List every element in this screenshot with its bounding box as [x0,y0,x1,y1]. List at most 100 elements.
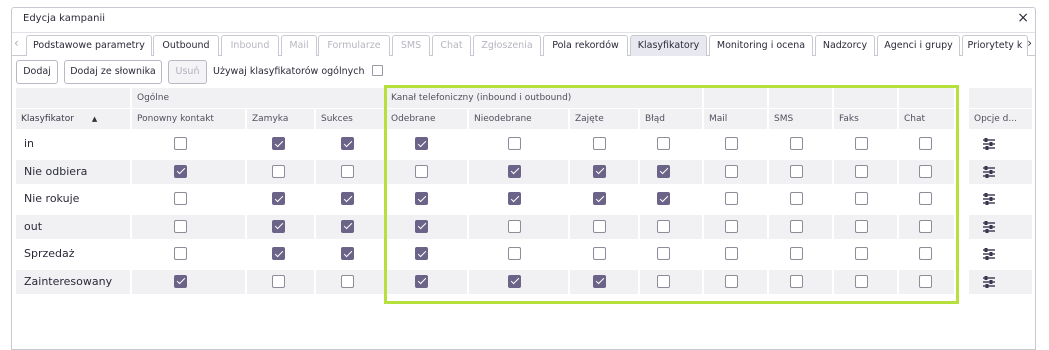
column-header-chat[interactable]: Chat [899,109,954,129]
row-checkbox-sukces[interactable] [341,247,354,260]
sliders-icon[interactable] [982,247,996,261]
column-header-nieodebrane[interactable]: Nieodebrane [469,109,568,129]
row-checkbox-b-d[interactable] [657,247,670,260]
row-checkbox-zamyka[interactable] [272,164,285,178]
row-checkbox-zaj-te[interactable] [593,192,606,205]
row-checkbox-chat[interactable] [919,247,932,260]
row-checkbox-odebrane[interactable] [415,137,428,150]
row-checkbox-zamyka[interactable] [272,137,285,150]
row-checkbox-mail[interactable] [725,192,738,205]
use-general-classifiers-checkbox[interactable] [372,65,383,76]
row-checkbox-nieodebrane[interactable] [508,164,521,178]
column-header-opcje[interactable]: Opcje d... [969,109,1032,129]
row-checkbox-faks[interactable] [855,219,868,233]
row-checkbox-zaj-te[interactable] [593,274,606,288]
tab-zgloszenia[interactable]: Zgłoszenia [473,35,541,56]
row-checkbox-mail[interactable] [725,274,738,288]
row-checkbox-ponowny-kontakt[interactable] [174,247,187,260]
row-checkbox-odebrane[interactable] [415,274,428,288]
sliders-icon[interactable] [982,220,996,234]
row-checkbox-sukces[interactable] [341,192,354,205]
column-header-blad[interactable]: Błąd [640,109,702,129]
column-header-ponowny-kontakt[interactable]: Ponowny kontakt [132,109,245,129]
row-checkbox-odebrane[interactable] [415,219,428,233]
tab-klasyfikatory[interactable]: Klasyfikatory [630,35,707,56]
tab-inbound[interactable]: Inbound [221,35,279,56]
row-checkbox-mail[interactable] [725,137,738,150]
row-checkbox-chat[interactable] [919,164,932,178]
row-checkbox-zaj-te[interactable] [593,137,606,150]
row-checkbox-sukces[interactable] [341,274,354,288]
column-header-zamyka[interactable]: Zamyka [247,109,314,129]
row-checkbox-ponowny-kontakt[interactable] [174,192,187,205]
row-checkbox-b-d[interactable] [657,137,670,150]
row-checkbox-b-d[interactable] [657,164,670,178]
row-checkbox-sms[interactable] [790,247,803,260]
tab-priorytety[interactable]: Priorytety k [962,35,1028,56]
row-checkbox-faks[interactable] [855,247,868,260]
row-checkbox-sms[interactable] [790,219,803,233]
row-checkbox-mail[interactable] [725,219,738,233]
row-checkbox-b-d[interactable] [657,192,670,205]
add-button[interactable]: Dodaj [16,60,58,84]
sliders-icon[interactable] [982,165,996,179]
sliders-icon[interactable] [982,137,996,151]
tab-nadzorcy[interactable]: Nadzorcy [815,35,875,56]
row-checkbox-mail[interactable] [725,247,738,260]
row-checkbox-sukces[interactable] [341,137,354,150]
row-checkbox-nieodebrane[interactable] [508,219,521,233]
tab-mail[interactable]: Mail [281,35,317,56]
sliders-icon[interactable] [982,275,996,289]
sliders-icon[interactable] [982,192,996,206]
row-checkbox-sukces[interactable] [341,164,354,178]
row-checkbox-odebrane[interactable] [415,192,428,205]
row-checkbox-nieodebrane[interactable] [508,274,521,288]
row-checkbox-faks[interactable] [855,164,868,178]
row-checkbox-zaj-te[interactable] [593,164,606,178]
tab-podstawowe-parametry[interactable]: Podstawowe parametry [26,35,152,56]
tab-chat[interactable]: Chat [432,35,471,56]
add-from-dictionary-button[interactable]: Dodaj ze słownika [64,60,162,84]
row-checkbox-sukces[interactable] [341,219,354,233]
chevron-right-icon[interactable]: › [1027,36,1032,50]
chevron-left-icon[interactable]: ‹ [14,36,19,50]
tab-sms[interactable]: SMS [392,35,430,56]
row-checkbox-zaj-te[interactable] [593,219,606,233]
row-checkbox-chat[interactable] [919,137,932,150]
row-checkbox-ponowny-kontakt[interactable] [174,137,187,150]
tab-pola-rekordow[interactable]: Pola rekordów [543,35,628,56]
row-checkbox-b-d[interactable] [657,219,670,233]
row-checkbox-zamyka[interactable] [272,247,285,260]
row-checkbox-nieodebrane[interactable] [508,137,521,150]
row-checkbox-chat[interactable] [919,219,932,233]
tab-agenci-i-grupy[interactable]: Agenci i grupy [877,35,960,56]
row-checkbox-chat[interactable] [919,274,932,288]
delete-button[interactable]: Usuń [168,60,207,84]
column-header-zajete[interactable]: Zajęte [570,109,638,129]
row-checkbox-mail[interactable] [725,164,738,178]
row-checkbox-ponowny-kontakt[interactable] [174,274,187,288]
tab-monitoring-i-ocena[interactable]: Monitoring i ocena [709,35,813,56]
row-checkbox-zamyka[interactable] [272,219,285,233]
row-checkbox-zaj-te[interactable] [593,247,606,260]
row-checkbox-odebrane[interactable] [415,247,428,260]
row-checkbox-ponowny-kontakt[interactable] [174,219,187,233]
close-icon[interactable]: × [1017,11,1029,25]
tab-outbound[interactable]: Outbound [153,35,219,56]
column-header-sms[interactable]: SMS [769,109,832,129]
tab-formularze[interactable]: Formularze [318,35,390,56]
column-header-mail[interactable]: Mail [704,109,767,129]
row-checkbox-nieodebrane[interactable] [508,192,521,205]
row-checkbox-sms[interactable] [790,274,803,288]
row-checkbox-faks[interactable] [855,192,868,205]
column-header-klasyfikator[interactable]: Klasyfikator ▲ [16,109,130,129]
row-checkbox-odebrane[interactable] [415,164,428,178]
column-header-sukces[interactable]: Sukces [316,109,384,129]
row-checkbox-sms[interactable] [790,192,803,205]
row-checkbox-b-d[interactable] [657,274,670,288]
row-checkbox-zamyka[interactable] [272,192,285,205]
row-checkbox-nieodebrane[interactable] [508,247,521,260]
row-checkbox-sms[interactable] [790,137,803,150]
column-header-faks[interactable]: Faks [834,109,897,129]
row-checkbox-faks[interactable] [855,274,868,288]
